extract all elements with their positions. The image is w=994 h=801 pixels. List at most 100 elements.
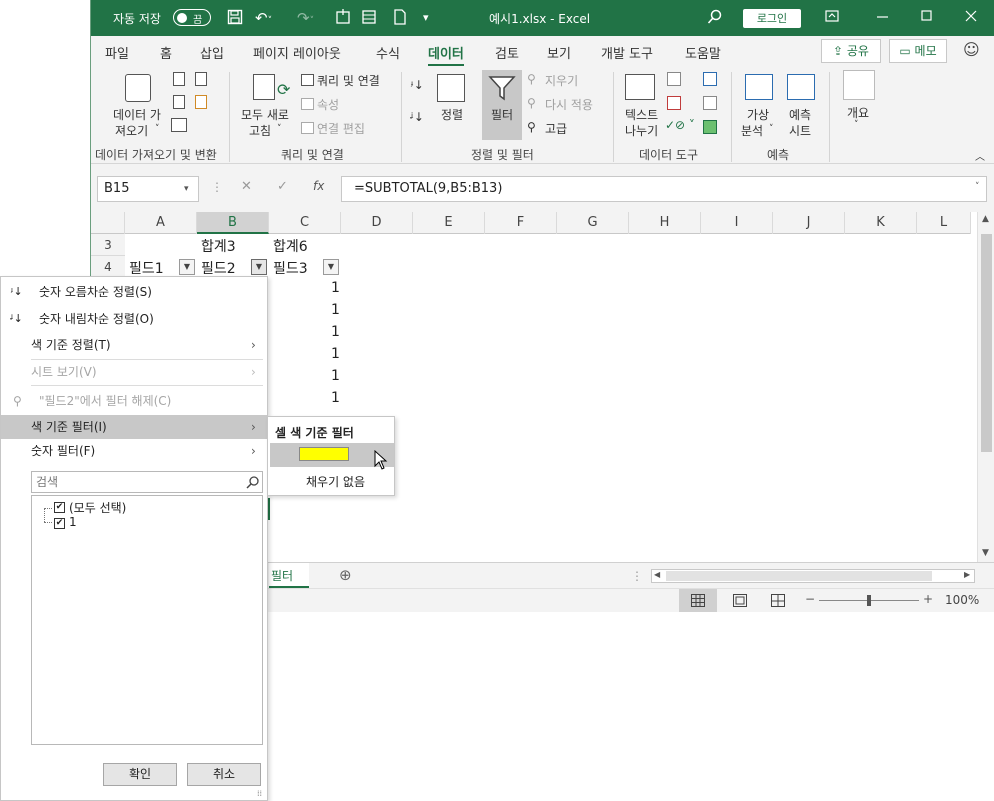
no-fill-option[interactable]: 채우기 없음 bbox=[306, 473, 365, 490]
ribbon-display-icon[interactable] bbox=[825, 9, 839, 27]
outline-button[interactable]: 개요 bbox=[847, 104, 869, 121]
number-filters-item[interactable]: 숫자 필터(F) › bbox=[1, 439, 267, 463]
text-to-columns-label-2[interactable]: 나누기 bbox=[625, 122, 658, 139]
close-icon[interactable] bbox=[965, 9, 977, 27]
sort-by-color-item[interactable]: 색 기준 정렬(T) › bbox=[1, 333, 267, 357]
clear-filter-item[interactable]: ⚲ "필드2"에서 필터 해제(C) bbox=[1, 389, 267, 413]
refresh-all-icon[interactable] bbox=[253, 74, 275, 100]
scroll-down-icon[interactable]: ▼ bbox=[982, 548, 989, 558]
column-header-a[interactable]: A bbox=[125, 212, 197, 234]
zoom-slider-thumb[interactable] bbox=[867, 595, 871, 606]
redo-icon[interactable]: ↷˅ bbox=[297, 9, 314, 30]
tab-data[interactable]: 데이터 bbox=[428, 43, 464, 67]
undo-icon[interactable]: ↶˅ bbox=[255, 9, 272, 30]
filter-dropdown-b[interactable]: ▼ bbox=[251, 259, 267, 275]
tab-developer[interactable]: 개발 도구 bbox=[601, 43, 653, 62]
new-sheet-icon[interactable] bbox=[335, 9, 351, 29]
cell-c6[interactable]: 1 bbox=[331, 302, 340, 318]
cell-c5[interactable]: 1 bbox=[331, 280, 340, 296]
zoom-in-icon[interactable]: + bbox=[923, 592, 933, 606]
sort-descending-item[interactable]: ᶨ↓ 숫자 내림차순 정렬(O) bbox=[1, 307, 267, 331]
filter-button[interactable]: 필터 bbox=[482, 70, 522, 140]
form-icon[interactable] bbox=[361, 9, 377, 29]
tab-help[interactable]: 도움말 bbox=[685, 43, 721, 62]
sort-button[interactable]: 정렬 bbox=[441, 106, 463, 123]
forecast-label-1[interactable]: 예측 bbox=[789, 106, 811, 123]
reapply-button[interactable]: 다시 적용 bbox=[545, 96, 593, 113]
cell-c10[interactable]: 1 bbox=[331, 390, 340, 406]
row-header-4[interactable]: 4 bbox=[91, 256, 125, 278]
cell-a4[interactable]: 필드1 bbox=[129, 258, 164, 278]
tab-view[interactable]: 보기 bbox=[547, 43, 571, 62]
tab-review[interactable]: 검토 bbox=[495, 43, 519, 62]
column-header-g[interactable]: G bbox=[557, 212, 629, 234]
refresh-label-2[interactable]: 고침 bbox=[249, 122, 271, 139]
data-model-icon[interactable] bbox=[703, 120, 717, 134]
page-break-view-icon[interactable] bbox=[771, 594, 785, 607]
collapse-ribbon-icon[interactable]: ︿ bbox=[975, 148, 985, 163]
share-button[interactable]: ⇪ 공유 bbox=[821, 39, 881, 63]
cell-c3[interactable]: 합계6 bbox=[273, 236, 308, 256]
sort-asc-icon[interactable]: ᶡ↓ bbox=[411, 78, 424, 92]
page-layout-view-icon[interactable] bbox=[733, 594, 747, 607]
value-1-checkbox[interactable]: ✔ bbox=[54, 518, 65, 529]
advanced-button[interactable]: 고급 bbox=[545, 120, 567, 137]
cancel-entry-icon[interactable]: ✕ bbox=[241, 179, 252, 194]
select-all-checkbox[interactable]: ✔ bbox=[54, 502, 65, 513]
insert-function-icon[interactable]: fx bbox=[313, 179, 324, 193]
remove-duplicates-icon[interactable] bbox=[667, 96, 681, 110]
cell-c8[interactable]: 1 bbox=[331, 346, 340, 362]
cell-c4[interactable]: 필드3 bbox=[273, 258, 308, 278]
resize-grip-icon[interactable]: ⁞⁞ bbox=[257, 789, 262, 798]
clear-button[interactable]: 지우기 bbox=[545, 72, 578, 89]
what-if-icon[interactable] bbox=[745, 74, 773, 100]
existing-connections-icon[interactable] bbox=[195, 95, 207, 109]
column-header-d[interactable]: D bbox=[341, 212, 413, 234]
tab-insert[interactable]: 삽입 bbox=[200, 43, 224, 62]
column-header-c[interactable]: C bbox=[269, 212, 341, 234]
zoom-level[interactable]: 100% bbox=[945, 593, 979, 607]
search-icon[interactable] bbox=[707, 9, 723, 29]
column-header-k[interactable]: K bbox=[845, 212, 917, 234]
queries-connections-button[interactable]: 쿼리 및 연결 bbox=[317, 72, 380, 89]
column-header-e[interactable]: E bbox=[413, 212, 485, 234]
column-header-b[interactable]: B bbox=[197, 212, 269, 234]
maximize-icon[interactable] bbox=[921, 9, 933, 27]
text-to-columns-label-1[interactable]: 텍스트 bbox=[625, 106, 658, 123]
forecast-label-2[interactable]: 시트 bbox=[789, 122, 811, 139]
zoom-out-icon[interactable]: − bbox=[805, 592, 815, 606]
confirm-entry-icon[interactable]: ✓ bbox=[277, 179, 288, 194]
recent-sources-icon[interactable] bbox=[195, 72, 207, 86]
tab-page-layout[interactable]: 페이지 레이아웃 bbox=[253, 43, 341, 62]
tab-home[interactable]: 홈 bbox=[160, 43, 172, 62]
save-icon[interactable] bbox=[227, 9, 243, 29]
consolidate-icon[interactable] bbox=[703, 72, 717, 86]
data-validation-icon[interactable]: ✓⊘ ˅ bbox=[665, 118, 695, 132]
filter-dropdown-c[interactable]: ▼ bbox=[323, 259, 339, 275]
sheet-view-item[interactable]: 시트 보기(V) › bbox=[1, 360, 267, 384]
add-sheet-icon[interactable]: ⊕ bbox=[339, 566, 352, 584]
column-header-l[interactable]: L bbox=[917, 212, 971, 234]
scroll-left-icon[interactable]: ◀ bbox=[654, 570, 660, 579]
sort-desc-icon[interactable]: ᶨ↓ bbox=[411, 110, 424, 124]
sort-ascending-item[interactable]: ᶡ↓ 숫자 오름차순 정렬(S) bbox=[1, 280, 267, 304]
scroll-right-icon[interactable]: ▶ bbox=[964, 570, 970, 579]
properties-button[interactable]: 속성 bbox=[317, 96, 339, 113]
outline-icon[interactable] bbox=[843, 70, 875, 100]
filter-search-input[interactable]: 검색 bbox=[31, 471, 263, 493]
vertical-scrollbar[interactable]: ▲ ▼ bbox=[977, 212, 994, 562]
minimize-icon[interactable] bbox=[877, 9, 889, 27]
customize-qat-icon[interactable]: ▾ bbox=[423, 9, 429, 27]
name-box[interactable]: B15 ▾ bbox=[97, 176, 199, 202]
get-data-label-1[interactable]: 데이터 가 bbox=[113, 106, 161, 123]
tab-file[interactable]: 파일 bbox=[105, 43, 129, 62]
forecast-sheet-icon[interactable] bbox=[787, 74, 815, 100]
what-if-label-2[interactable]: 분석 bbox=[741, 122, 763, 139]
column-header-i[interactable]: I bbox=[701, 212, 773, 234]
filter-by-color-item[interactable]: 색 기준 필터(I) › bbox=[1, 415, 267, 439]
select-all-corner[interactable] bbox=[91, 212, 125, 234]
tab-formulas[interactable]: 수식 bbox=[376, 43, 400, 62]
flash-fill-icon[interactable] bbox=[667, 72, 681, 86]
filter-dropdown-a[interactable]: ▼ bbox=[179, 259, 195, 275]
expand-formula-icon[interactable]: ˅ bbox=[975, 182, 980, 192]
